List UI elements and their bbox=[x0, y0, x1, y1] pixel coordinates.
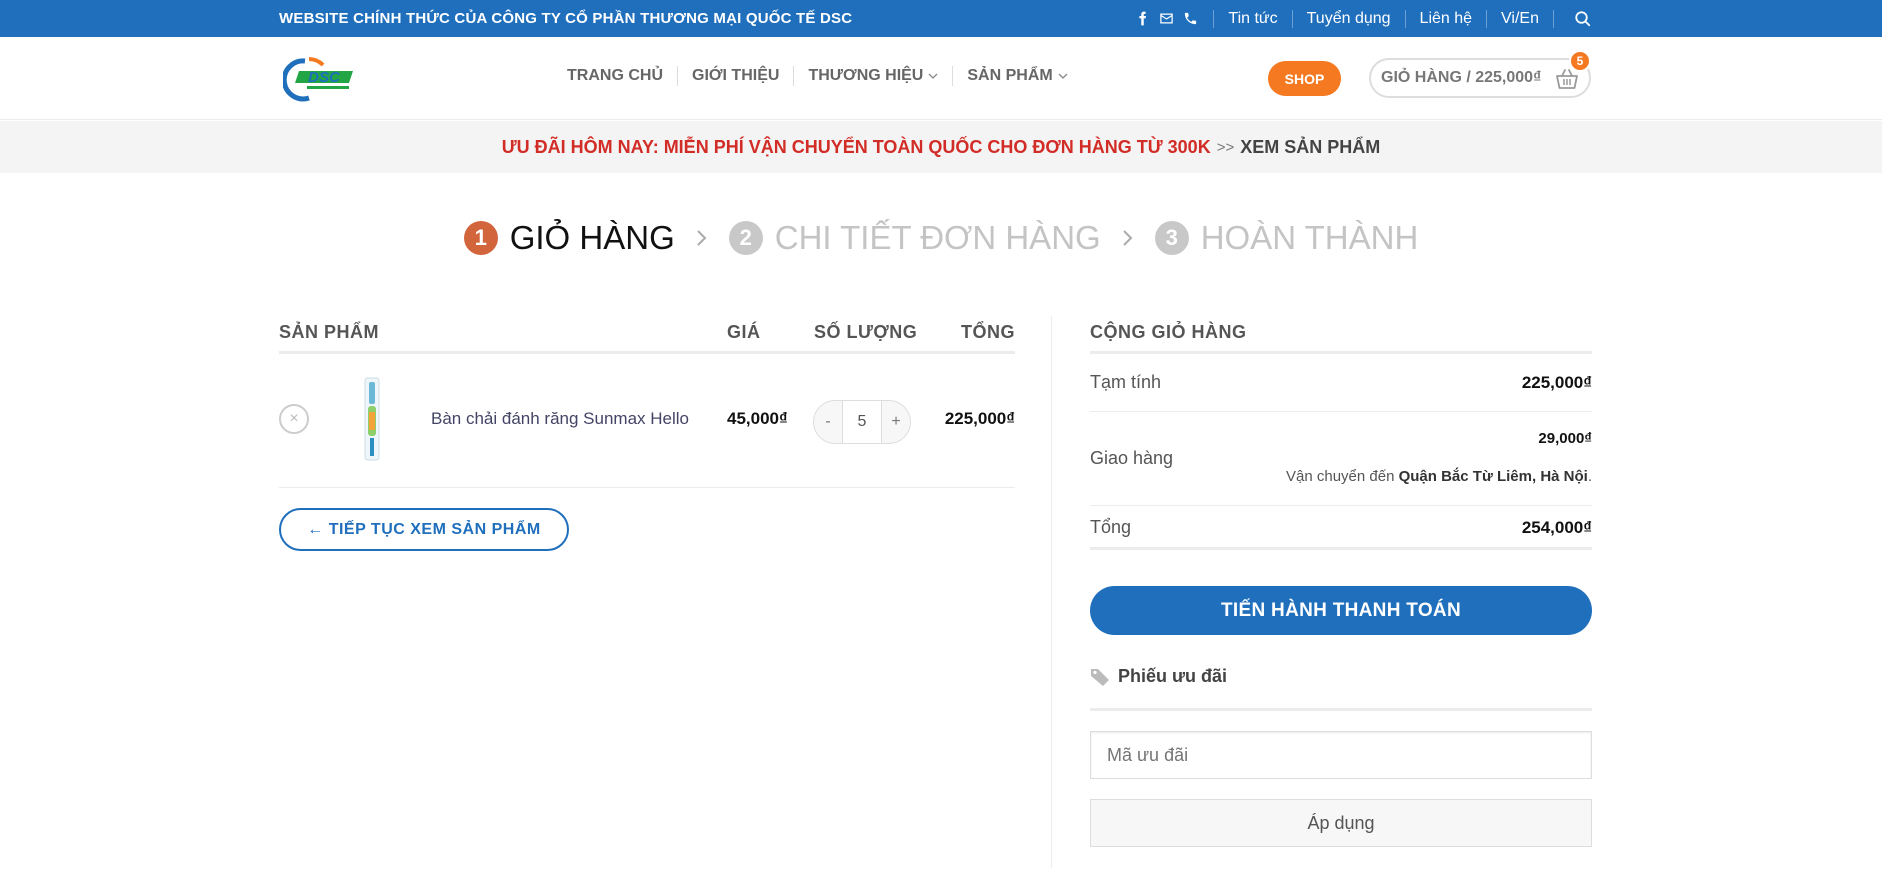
chevron-right-icon bbox=[1122, 230, 1133, 246]
top-divider bbox=[1486, 9, 1488, 28]
subtotal-label: Tạm tính bbox=[1090, 372, 1162, 392]
total-row: Tổng 254,000₫ bbox=[1090, 506, 1592, 550]
shipping-note-suffix: . bbox=[1587, 468, 1592, 485]
language-switch[interactable]: Vi/En bbox=[1501, 10, 1539, 28]
checkout-steps: 1 GIỎ HÀNG 2 CHI TIẾT ĐƠN HÀNG 3 HOÀN TH… bbox=[0, 213, 1882, 263]
nav-products-label: SẢN PHẨM bbox=[967, 67, 1053, 84]
step-label: HOÀN THÀNH bbox=[1200, 219, 1419, 256]
promo-arrow: >> bbox=[1216, 138, 1235, 156]
step-cart[interactable]: 1 GIỎ HÀNG bbox=[463, 219, 675, 257]
step-number: 2 bbox=[728, 221, 763, 255]
quantity-input[interactable]: 5 bbox=[842, 401, 882, 443]
top-divider bbox=[1404, 9, 1406, 28]
shipping-row: Giao hàng 29,000₫ Vận chuyển đến Quận Bắ… bbox=[1090, 412, 1592, 506]
row-subtotal: 225,000₫ bbox=[944, 409, 1015, 428]
cart-table-header: SẢN PHẨM GIÁ SỐ LƯỢNG TỔNG bbox=[279, 316, 1015, 354]
nav-brands-label: THƯƠNG HIỆU bbox=[808, 67, 924, 84]
shipping-note-prefix: Vận chuyển đến bbox=[1286, 468, 1395, 485]
product-thumbnail[interactable] bbox=[361, 376, 383, 462]
facebook-icon[interactable] bbox=[1133, 10, 1151, 28]
table-row: × Bàn chải đánh răng Sunmax Hello 45,000… bbox=[279, 354, 1015, 488]
shop-button[interactable]: SHOP bbox=[1268, 61, 1341, 96]
tag-icon bbox=[1091, 669, 1109, 686]
coupon-title: Phiếu ưu đãi bbox=[1118, 666, 1228, 686]
shipping-value: 29,000₫ bbox=[1538, 430, 1592, 447]
total-label: Tổng bbox=[1090, 517, 1132, 537]
cart-totals: CỘNG GIỎ HÀNG Tạm tính 225,000₫ Giao hàn… bbox=[1090, 316, 1592, 847]
promo-banner: ƯU ĐÃI HÔM NAY: MIỄN PHÍ VẬN CHUYỂN TOÀN… bbox=[0, 121, 1882, 173]
header-quantity: SỐ LƯỢNG bbox=[814, 322, 918, 342]
quantity-plus-button[interactable]: + bbox=[882, 401, 910, 443]
shipping-label: Giao hàng bbox=[1090, 448, 1174, 468]
checkout-button[interactable]: TIẾN HÀNH THANH TOÁN bbox=[1090, 586, 1592, 635]
product-price: 45,000₫ bbox=[727, 409, 788, 428]
shipping-destination: Vận chuyển đến Quận Bắc Từ Liêm, Hà Nội. bbox=[1286, 468, 1592, 485]
step-complete: 3 HOÀN THÀNH bbox=[1154, 219, 1419, 257]
main-header: DSC TRANG CHỦ GIỚI THIỆU THƯƠNG HIỆU SẢN… bbox=[0, 37, 1882, 120]
step-order-details[interactable]: 2 CHI TIẾT ĐƠN HÀNG bbox=[728, 219, 1101, 257]
subtotal-value: 225,000₫ bbox=[1521, 373, 1592, 392]
cart-table: SẢN PHẨM GIÁ SỐ LƯỢNG TỔNG × Bàn chải đá… bbox=[279, 316, 1015, 551]
top-divider bbox=[1213, 9, 1215, 28]
nav-home[interactable]: TRANG CHỦ bbox=[567, 67, 663, 85]
phone-icon[interactable] bbox=[1181, 10, 1199, 28]
nav-divider bbox=[677, 66, 678, 86]
total-value: 254,000₫ bbox=[1521, 518, 1592, 537]
cart-count-badge: 5 bbox=[1569, 50, 1591, 72]
cart-button[interactable]: GIỎ HÀNG / 225,000₫ 5 bbox=[1369, 50, 1591, 98]
chevron-right-icon bbox=[697, 230, 707, 246]
remove-item-button[interactable]: × bbox=[279, 404, 309, 434]
nav-divider bbox=[952, 66, 954, 86]
chevron-down-icon bbox=[1058, 73, 1068, 79]
nav-divider bbox=[793, 66, 795, 86]
nav-brands[interactable]: THƯƠNG HIỆU bbox=[808, 67, 938, 85]
header-total: TỔNG bbox=[961, 322, 1015, 342]
nav-home-label: TRANG CHỦ bbox=[567, 67, 663, 84]
step-number: 3 bbox=[1154, 221, 1189, 255]
nav-about-label: GIỚI THIỆU bbox=[692, 67, 780, 84]
header-price: GIÁ bbox=[727, 322, 761, 342]
cart-summary: GIỎ HÀNG / 225,000₫ bbox=[1381, 69, 1542, 86]
nav-about[interactable]: GIỚI THIỆU bbox=[692, 67, 779, 85]
main-nav: TRANG CHỦ GIỚI THIỆU THƯƠNG HIỆU SẢN PHẨ… bbox=[567, 65, 1068, 87]
top-link-careers[interactable]: Tuyển dụng bbox=[1307, 10, 1391, 28]
dsc-logo[interactable]: DSC bbox=[281, 55, 358, 103]
email-icon[interactable] bbox=[1157, 10, 1175, 28]
totals-title: CỘNG GIỎ HÀNG bbox=[1090, 316, 1592, 354]
top-divider bbox=[1291, 9, 1293, 28]
promo-link[interactable]: XEM SẢN PHẨM bbox=[1240, 137, 1380, 158]
top-divider bbox=[1553, 9, 1554, 28]
logo-text: DSC bbox=[308, 69, 341, 86]
product-name[interactable]: Bàn chải đánh răng Sunmax Hello bbox=[431, 409, 689, 429]
promo-text: ƯU ĐÃI HÔM NAY: MIỄN PHÍ VẬN CHUYỂN TOÀN… bbox=[501, 136, 1211, 157]
step-label: CHI TIẾT ĐƠN HÀNG bbox=[774, 219, 1101, 256]
nav-products[interactable]: SẢN PHẨM bbox=[967, 67, 1068, 85]
apply-coupon-button[interactable]: Áp dụng bbox=[1090, 799, 1592, 847]
shipping-place: Quận Bắc Từ Liêm, Hà Nội bbox=[1398, 468, 1588, 485]
column-divider bbox=[1051, 316, 1052, 868]
top-slogan: WEBSITE CHÍNH THỨC CỦA CÔNG TY CỔ PHẦN T… bbox=[279, 10, 853, 27]
coupon-heading: Phiếu ưu đãi bbox=[1090, 666, 1592, 711]
top-bar: WEBSITE CHÍNH THỨC CỦA CÔNG TY CỔ PHẦN T… bbox=[0, 0, 1882, 37]
subtotal-row: Tạm tính 225,000₫ bbox=[1090, 354, 1592, 412]
continue-shopping-button[interactable]: ← TIẾP TỤC XEM SẢN PHẨM bbox=[279, 508, 569, 551]
top-link-news[interactable]: Tin tức bbox=[1228, 10, 1277, 28]
chevron-down-icon bbox=[928, 73, 938, 79]
step-label: GIỎ HÀNG bbox=[509, 219, 675, 256]
header-product: SẢN PHẨM bbox=[279, 322, 380, 342]
coupon-code-input[interactable] bbox=[1090, 731, 1592, 779]
step-number: 1 bbox=[463, 221, 498, 255]
quantity-stepper: - 5 + bbox=[813, 400, 911, 444]
top-link-contact[interactable]: Liên hệ bbox=[1420, 10, 1473, 28]
quantity-minus-button[interactable]: - bbox=[814, 401, 842, 443]
search-icon[interactable] bbox=[1574, 10, 1592, 28]
